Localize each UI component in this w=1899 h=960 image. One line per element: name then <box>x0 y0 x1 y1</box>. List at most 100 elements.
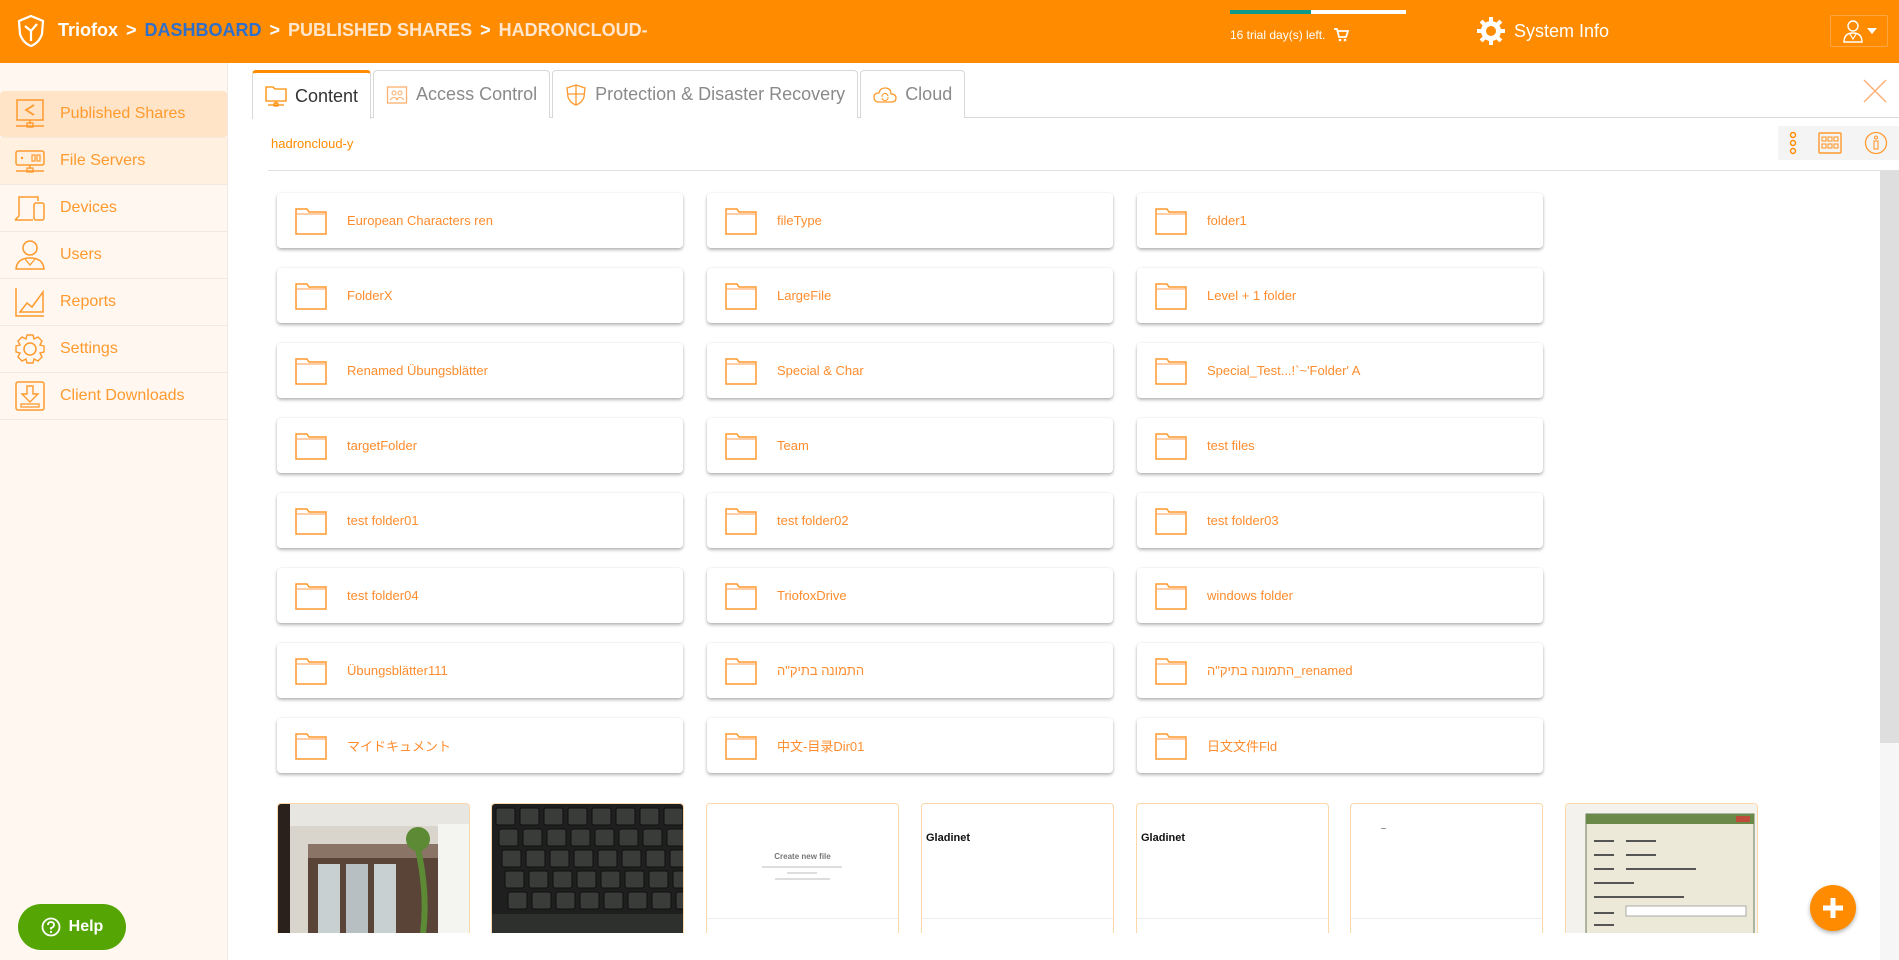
tab-protection-disaster-recovery[interactable]: Protection & Disaster Recovery <box>552 70 859 118</box>
folder-card[interactable]: Special & Char <box>707 343 1113 398</box>
folder-card[interactable]: Team <box>707 418 1113 473</box>
tab-access-control[interactable]: Access Control <box>373 70 551 118</box>
folder-card[interactable]: test folder03 <box>1137 493 1543 548</box>
tab-content[interactable]: Content <box>252 70 372 119</box>
keyboard-key <box>519 807 540 826</box>
help-button[interactable]: Help <box>18 904 126 950</box>
folder-icon <box>1155 357 1187 385</box>
folder-card[interactable]: Renamed Übungsblätter <box>277 343 683 398</box>
folder-card[interactable]: התמונה בתיק"ה <box>707 643 1113 698</box>
folder-icon <box>295 207 327 235</box>
users-icon <box>15 240 45 270</box>
file-thumbnail[interactable] <box>277 803 470 933</box>
sidebar-item-published-shares[interactable]: Published Shares <box>0 91 227 138</box>
folder-card[interactable]: 中文-目录Dir01 <box>707 718 1113 773</box>
breadcrumb-separator: > <box>269 20 281 40</box>
trial-progress-bar <box>1230 10 1406 14</box>
file-thumbnail[interactable]: Gladinet <box>921 803 1114 933</box>
folder-card[interactable]: Special_Test...!`~'Folder' A <box>1137 343 1543 398</box>
sidebar-item-settings[interactable]: Settings <box>0 326 227 373</box>
folder-card[interactable]: test folder01 <box>277 493 683 548</box>
keyboard-key <box>549 849 570 868</box>
folder-icon <box>295 732 327 760</box>
folder-name: test folder03 <box>1207 513 1279 528</box>
folder-card[interactable]: targetFolder <box>277 418 683 473</box>
folder-name: Level + 1 folder <box>1207 288 1297 303</box>
sidebar-item-client-downloads[interactable]: Client Downloads <box>0 373 227 420</box>
cloud-sync-icon <box>873 86 897 103</box>
folder-card[interactable]: LargeFile <box>707 268 1113 323</box>
folder-card[interactable]: test files <box>1137 418 1543 473</box>
user-avatar-icon <box>1842 20 1863 43</box>
folder-card[interactable]: Übungsblätter111 <box>277 643 683 698</box>
keyboard-key <box>543 807 564 826</box>
folder-card[interactable]: fileType <box>707 193 1113 248</box>
more-options-icon[interactable] <box>1789 131 1797 155</box>
keyboard-key <box>639 807 660 826</box>
file-thumbnail[interactable] <box>491 803 684 933</box>
brand-name[interactable]: Triofox <box>58 20 118 41</box>
folder-card[interactable]: test folder04 <box>277 568 683 623</box>
folder-name: test files <box>1207 438 1255 453</box>
vertical-scrollbar[interactable] <box>1880 171 1899 960</box>
tab-cloud[interactable]: Cloud <box>860 70 966 118</box>
folder-name: 日文文件Fld <box>1207 739 1278 754</box>
user-menu-button[interactable] <box>1830 15 1888 47</box>
system-info-label: System Info <box>1514 20 1610 41</box>
file-thumbnail[interactable]: Create new file <box>706 803 899 933</box>
sidebar-item-label: Reports <box>60 293 117 310</box>
file-thumbnail[interactable] <box>1350 803 1543 933</box>
folder-card[interactable]: התמונה בתיק"ה_renamed <box>1137 643 1543 698</box>
folder-name: LargeFile <box>777 288 832 303</box>
sidebar-item-file-servers[interactable]: File Servers <box>0 138 227 185</box>
keyboard-key <box>642 828 663 847</box>
shopping-cart-icon[interactable] <box>1333 28 1350 42</box>
breadcrumb-current: HADRONCLOUD- <box>498 20 648 40</box>
folder-name: Renamed Übungsblätter <box>347 363 488 378</box>
keyboard-key <box>600 870 621 889</box>
folder-card[interactable]: test folder02 <box>707 493 1113 548</box>
grid-view-icon[interactable] <box>1818 132 1843 154</box>
sidebar-item-users[interactable]: Users <box>0 232 227 279</box>
folder-card[interactable]: folder1 <box>1137 193 1543 248</box>
folder-icon <box>295 657 327 685</box>
scrollbar-thumb[interactable] <box>1880 171 1899 743</box>
sidebar-item-devices[interactable]: Devices <box>0 185 227 232</box>
file-thumbnail[interactable] <box>1565 803 1758 933</box>
folder-card[interactable]: FolderX <box>277 268 683 323</box>
folder-name: Special_Test...!`~'Folder' A <box>1207 363 1361 378</box>
close-icon[interactable] <box>1862 78 1888 104</box>
keyboard-key <box>498 828 519 847</box>
folder-name: test folder01 <box>347 513 419 528</box>
info-icon[interactable] <box>1864 131 1888 155</box>
folder-card[interactable]: windows folder <box>1137 568 1543 623</box>
folder-name: Übungsblätter111 <box>347 663 448 678</box>
sidebar-item-reports[interactable]: Reports <box>0 279 227 326</box>
breadcrumb-published-shares[interactable]: PUBLISHED SHARES <box>288 20 472 41</box>
file-thumbnail[interactable]: Gladinet <box>1136 803 1329 933</box>
keyboard-key <box>621 849 642 868</box>
folder-icon <box>295 432 327 460</box>
keyboard-key <box>567 807 588 826</box>
folder-name: European Characters ren <box>347 213 493 228</box>
system-info-button[interactable]: System Info <box>1476 16 1609 46</box>
folder-card[interactable]: TriofoxDrive <box>707 568 1113 623</box>
folder-card[interactable]: European Characters ren <box>277 193 683 248</box>
add-button[interactable] <box>1810 885 1856 931</box>
folder-card[interactable]: マイドキュメント <box>277 718 683 773</box>
sidebar-item-label: Published Shares <box>60 105 186 122</box>
folder-card[interactable]: 日文文件Fld <box>1137 718 1543 773</box>
folder-name: マイドキュメント <box>347 739 452 754</box>
top-header: Triofox > DASHBOARD > PUBLISHED SHARES >… <box>0 0 1899 63</box>
keyboard-key <box>594 828 615 847</box>
sidebar-item-label: Devices <box>60 199 117 216</box>
folder-card[interactable]: Level + 1 folder <box>1137 268 1543 323</box>
keyboard-key <box>573 849 594 868</box>
keyboard-key <box>591 807 612 826</box>
folder-name: התמונה בתיק"ה <box>777 663 865 678</box>
keyboard-key <box>645 849 666 868</box>
keyboard-key <box>672 870 683 889</box>
folder-name: test folder02 <box>777 513 849 528</box>
breadcrumb-dashboard[interactable]: DASHBOARD <box>145 20 262 41</box>
current-path[interactable]: hadroncloud-y <box>271 136 353 151</box>
